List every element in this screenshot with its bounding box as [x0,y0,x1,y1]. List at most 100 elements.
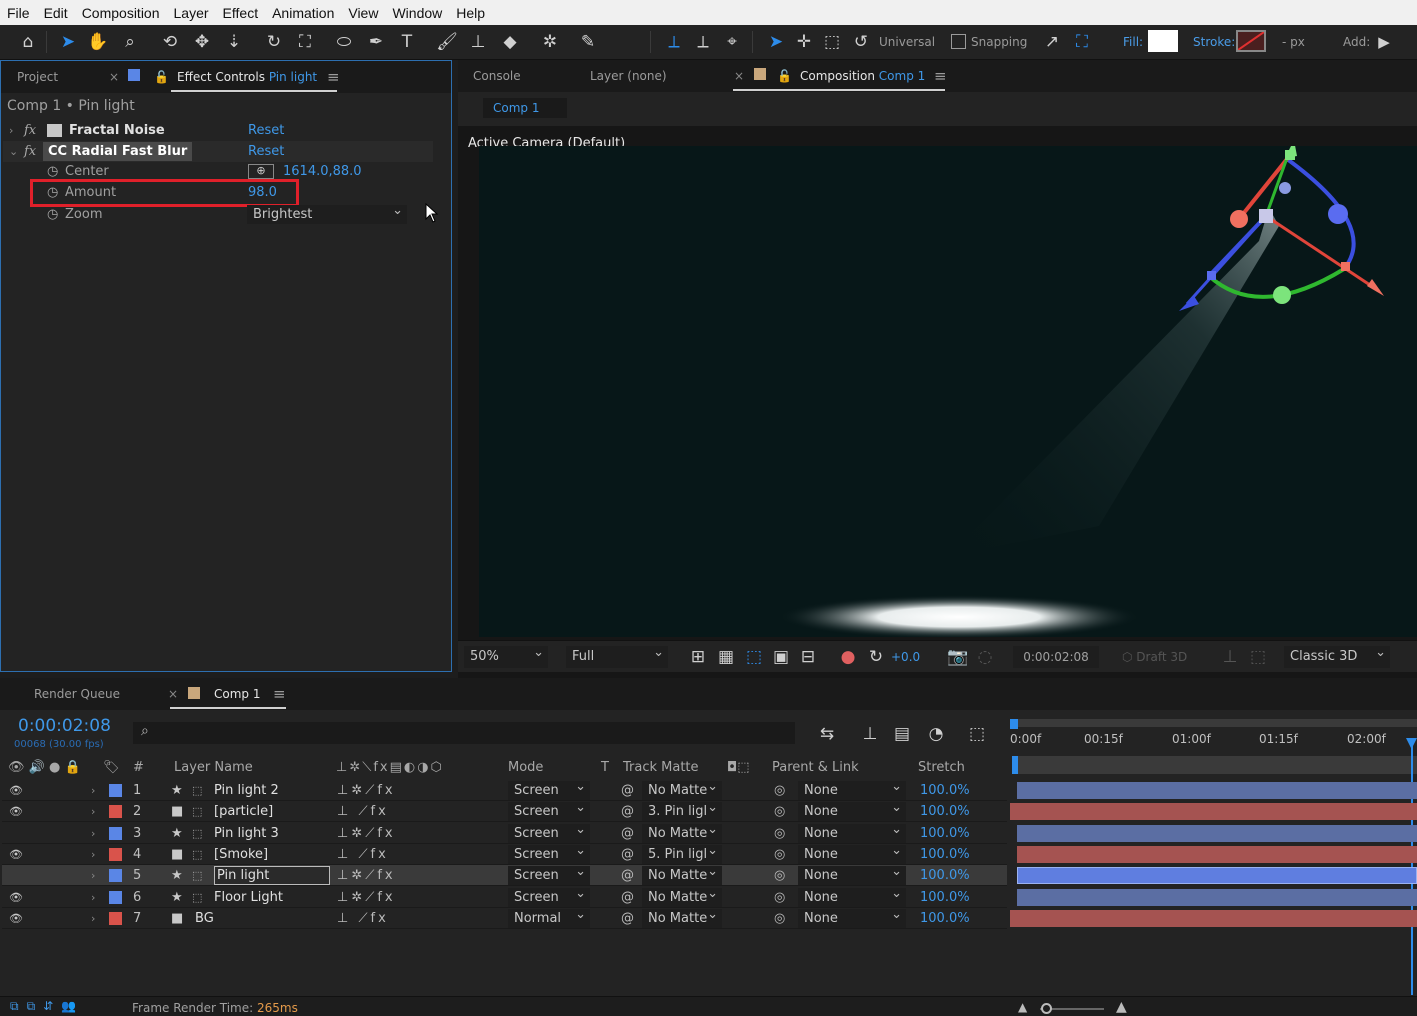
close-icon[interactable]: × [109,61,119,93]
stretch-value[interactable]: 100.0% [920,887,970,908]
panel-menu-icon[interactable]: ≡ [934,60,947,92]
grid-guides-icon[interactable]: ⊟ [796,645,820,669]
label-color-swatch[interactable] [109,869,122,883]
layer-name[interactable]: [particle] [214,801,273,822]
visibility-eye-icon[interactable]: 👁 [9,801,23,822]
menu-item-effect[interactable]: Effect [216,5,266,21]
hand-tool-icon[interactable]: ✋ [86,30,110,54]
parent-pickwhip-icon[interactable]: ◎ [774,887,785,908]
comp-subtab[interactable]: Comp 1 [483,98,567,118]
track-matte-dropdown[interactable]: No Matte [642,862,722,886]
exposure-value[interactable]: +0.0 [891,650,920,664]
stopwatch-icon[interactable]: ◷ [47,204,58,225]
graph-editor-icon[interactable]: ⬚ [965,722,989,746]
composition-viewer[interactable] [479,146,1417,637]
stroke-width-value[interactable]: - px [1282,35,1305,49]
stretch-value[interactable]: 100.0% [920,801,970,822]
timeline-zoom-handle[interactable] [1041,1003,1052,1014]
layer-switches[interactable]: ⊥✲⟋fx [337,780,396,801]
track-matte-pickwhip-icon[interactable]: @ [621,887,634,908]
effect-row-fractal-noise[interactable]: › fx Fractal Noise Reset [3,120,433,141]
layer-switches[interactable]: ⊥ ⟋fx [337,844,389,865]
layer-duration-bar[interactable] [1010,803,1417,821]
viewer-timecode[interactable]: 0:00:02:08 [1013,646,1099,668]
composition-mini-flowchart-icon[interactable]: ⇆ [815,722,839,746]
layer-name[interactable]: BG [195,908,214,929]
parent-dropdown[interactable]: None [798,884,906,907]
menu-item-view[interactable]: View [341,5,385,21]
channel-icon[interactable]: ● [836,645,860,669]
home-icon[interactable]: ⌂ [16,30,40,54]
stroke-swatch[interactable] [1236,30,1266,52]
expand-chevron-icon[interactable]: › [91,823,95,844]
parent-dropdown[interactable]: None [798,841,906,864]
panel-menu-icon[interactable]: ≡ [273,678,286,710]
3d-gizmo[interactable] [1179,146,1384,311]
track-matte-pickwhip-icon[interactable]: @ [621,823,634,844]
stretch-value[interactable]: 100.0% [920,780,970,801]
parent-dropdown[interactable]: None [798,777,906,800]
tab-project[interactable]: Project [17,61,58,93]
layer-row[interactable]: › 5 ★ ⬚ Pin light ⊥✲⟋fx Screen @ No Matt… [2,862,1007,887]
ellipse-tool-icon[interactable]: ⬭ [332,30,356,54]
track-matte-dropdown[interactable]: No Matte [642,884,722,907]
label-color-swatch[interactable] [109,911,122,925]
layer-row[interactable]: 👁 › 2 ■ ⬚ [particle] ⊥ ⟋fx Screen @ 3. P… [2,798,1007,823]
layer-switches[interactable]: ⊥ ⟋fx [337,908,389,929]
magnification-dropdown[interactable]: 50% [464,642,548,668]
rotation-tool-icon[interactable]: ↻ [262,30,286,54]
layer-duration-bar[interactable] [1010,909,1417,927]
layer-switches[interactable]: ⊥✲⟋fx [337,887,396,908]
menu-item-help[interactable]: Help [449,5,492,21]
track-matte-dropdown[interactable]: 5. Pin ligl [642,841,722,864]
visibility-eye-icon[interactable]: 👁 [9,780,23,801]
mode-dropdown[interactable]: Screen [508,798,590,822]
selection-tool-icon[interactable]: ➤ [56,30,80,54]
layer-duration-bar[interactable] [1017,867,1417,885]
track-matte-pickwhip-icon[interactable]: @ [621,844,634,865]
parent-pickwhip-icon[interactable]: ◎ [774,844,785,865]
layer-duration-bar[interactable] [1017,824,1417,842]
fx-icon[interactable]: fx [24,120,36,141]
lock-icon[interactable]: 🔓 [154,61,169,93]
expand-chevron-icon[interactable]: › [91,801,95,822]
label-color-swatch[interactable] [109,784,122,797]
layer-name[interactable]: [Smoke] [214,844,268,865]
layer-name[interactable]: Pin light 3 [214,823,279,844]
extended-viewer-icon[interactable]: ⬚ [1246,645,1270,669]
draft-3d-icon[interactable]: ⊥ [858,722,882,746]
work-area-bar[interactable] [1010,719,1417,727]
layer-switches[interactable]: ⊥✲⟋fx [337,823,396,844]
timeline-timecode[interactable]: 0:00:02:08 [18,716,111,736]
brush-tool-icon[interactable]: 🖌 [435,30,459,54]
layer-row[interactable]: › 3 ★ ⬚ Pin light 3 ⊥✲⟋fx Screen @ No Ma… [2,820,1007,844]
tab-effect-controls[interactable]: Effect Controls Pin light [177,61,317,93]
visibility-eye-icon[interactable]: 👁 [9,908,23,929]
parent-dropdown[interactable]: None [798,820,906,843]
label-color-swatch[interactable] [109,826,122,840]
roto-brush-tool-icon[interactable]: ✲ [538,30,562,54]
effect-row-cc-radial-fast-blur[interactable]: ⌄ fx CC Radial Fast Blur Reset [3,141,433,162]
menu-item-file[interactable]: File [0,5,37,21]
add-property-icon[interactable]: ▶ [1372,30,1396,54]
track-matte-dropdown[interactable]: No Matte [642,905,722,928]
layer-duration-bar[interactable] [1017,888,1417,906]
show-snapshot-icon[interactable]: ◌ [973,645,997,669]
visibility-eye-icon[interactable]: 👁 [9,844,23,865]
label-color-swatch[interactable] [109,847,122,861]
type-tool-icon[interactable]: T [395,30,419,54]
collapse-chevron-icon[interactable]: ⌄ [9,141,18,162]
transparency-grid-icon[interactable]: ▦ [714,645,738,669]
reset-link[interactable]: Reset [248,120,284,141]
zoom-in-icon[interactable]: ▲ [1116,999,1127,1015]
expand-chevron-icon[interactable]: › [91,844,95,865]
track-matte-pickwhip-icon[interactable]: @ [621,780,634,801]
crosshair-icon[interactable]: ⊕ [248,164,274,179]
draft3d-toggle[interactable]: ⬡ Draft 3D [1122,650,1187,664]
3d-ground-plane-icon[interactable]: ⊥ [1218,645,1242,669]
parent-dropdown[interactable]: None [798,862,906,886]
region-of-interest-icon[interactable]: ▣ [769,645,793,669]
track-matte-pickwhip-icon[interactable]: @ [621,908,634,929]
snapping-checkbox[interactable] [951,34,966,49]
stretch-value[interactable]: 100.0% [920,908,970,929]
